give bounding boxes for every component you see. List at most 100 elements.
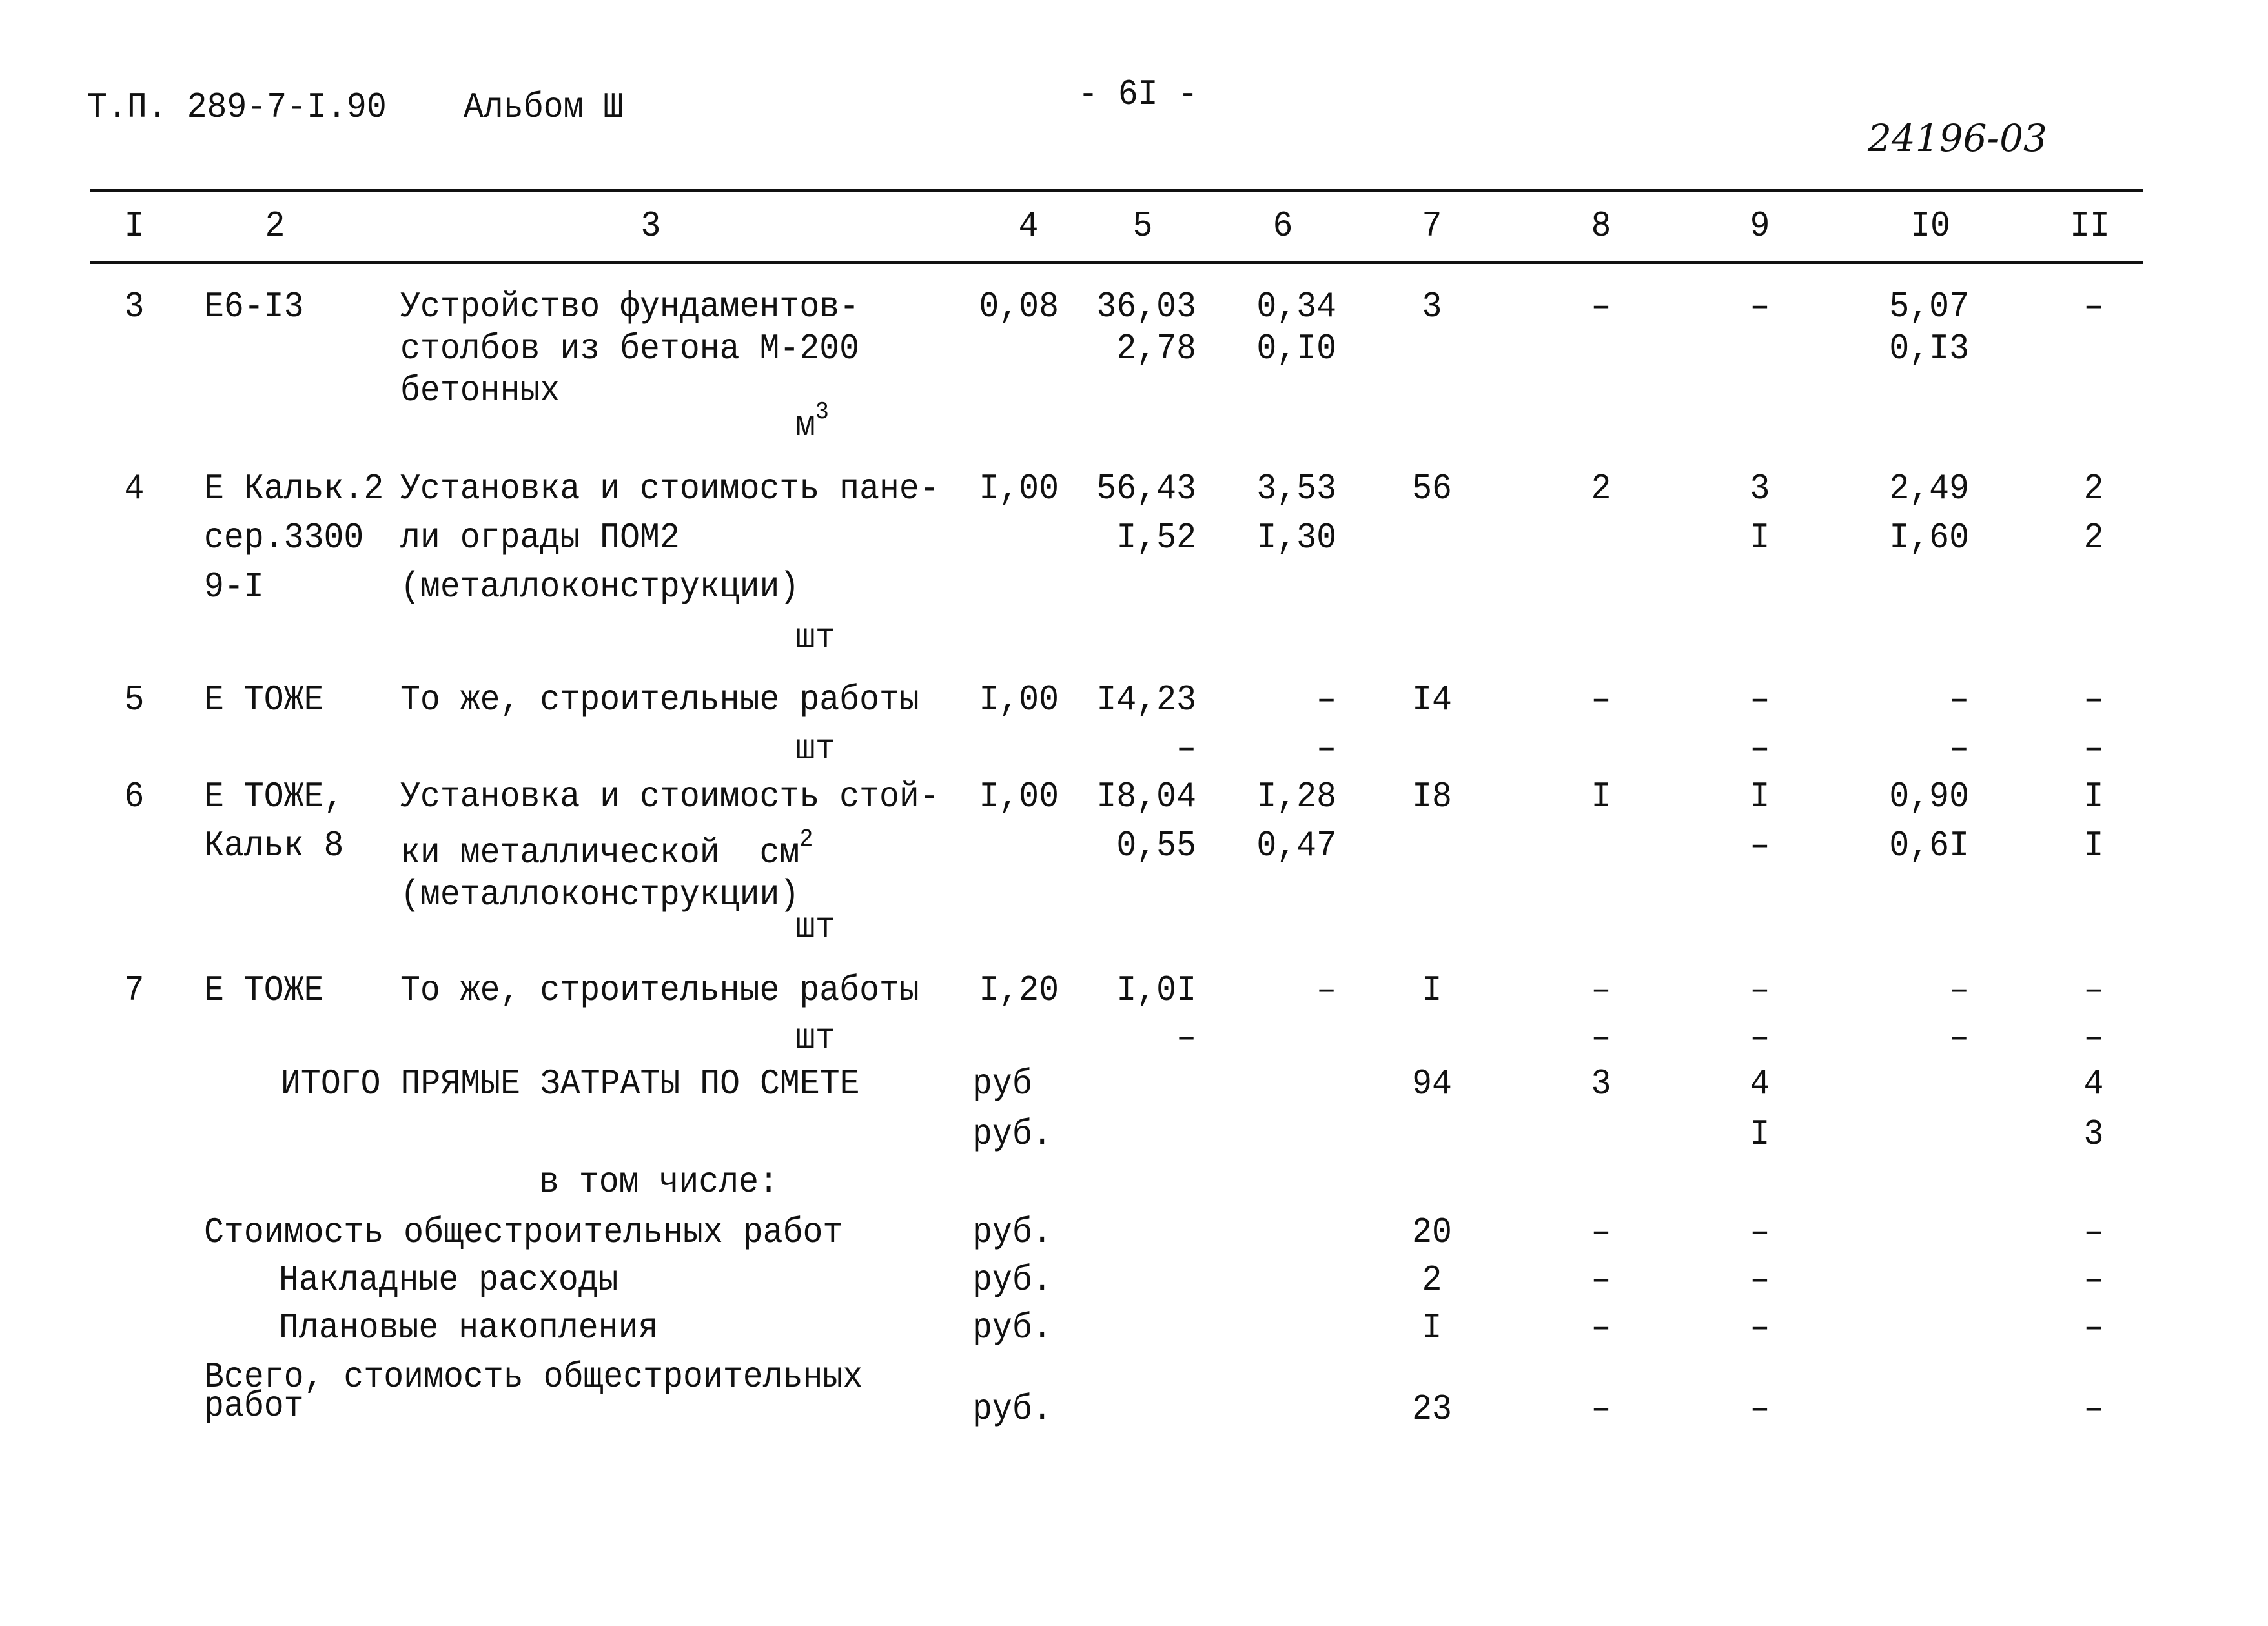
row-c11: 2 [2083,517,2104,558]
grand-total-c11: – [2083,1388,2104,1430]
grand-total-unit: руб. [972,1388,1052,1430]
row-quantity: I,00 [979,679,1059,720]
row-c6: – [1316,679,1336,720]
unit-superscript: 2 [799,826,813,853]
row-description: ли ограды ПОМ2 [400,517,680,558]
row-unit: шт [795,906,835,948]
row-code: Е ТОЖЕ, [204,776,344,817]
including-label: в том числе: [539,1161,779,1203]
row-c5: 36,03 [1096,286,1196,327]
column-header-7: 7 [1422,205,1442,247]
row-code: Кальк 8 [204,825,344,866]
row-description: бетонных [400,370,560,411]
summary-label: Накладные расходы [279,1259,618,1301]
row-number: 7 [124,970,145,1011]
row-number: 4 [124,468,145,509]
row-c5: I8,04 [1096,776,1196,817]
row-c9: – [1750,286,1770,327]
column-header-11: II [2070,205,2110,247]
grand-total-c9: – [1750,1388,1770,1430]
row-c9: – [1750,728,1770,769]
row-description: (металлоконструкции) [400,566,800,607]
summary-c11: – [2083,1212,2104,1253]
column-header-9: 9 [1750,205,1770,247]
row-c8: – [1591,286,1611,327]
row-code: Е ТОЖЕ [204,970,324,1011]
grand-total-c8: – [1591,1388,1611,1430]
row-c8: – [1591,1017,1611,1059]
summary-label: Плановые накопления [279,1307,659,1348]
row-c9: – [1750,1017,1770,1059]
row-quantity: 0,08 [979,286,1059,327]
row-code: Е Кальк.2 [204,468,384,509]
row-unit: шт [795,728,835,769]
summary-unit: руб. [972,1212,1052,1253]
summary-unit: руб. [972,1259,1052,1301]
totals-label: ИТОГО ПРЯМЫЕ ЗАТРАТЫ ПО СМЕТЕ [281,1063,860,1104]
row-c10: – [1949,970,1969,1011]
row-code: Е ТОЖЕ [204,679,324,720]
column-header-8: 8 [1591,205,1611,247]
totals-unit: руб [972,1063,1032,1104]
summary-unit: руб. [972,1307,1052,1348]
row-c10: 0,6I [1889,825,1969,866]
row-unit: шт [795,617,835,658]
row-c11: 2 [2083,468,2104,509]
doc-code: Т.П. 289-7-I.90 [87,86,387,128]
column-header-3: 3 [640,205,661,247]
grand-total-c7: 23 [1412,1388,1452,1430]
column-header-5: 5 [1132,205,1153,247]
grand-total-label: работ [204,1385,304,1427]
summary-c9: – [1750,1259,1770,1301]
row-c5: 2,78 [1116,328,1196,369]
row-description: Установка и стоимость стой- [400,776,939,817]
row-code: сер.3300 [204,517,364,558]
row-c11: I [2083,776,2104,817]
row-c9: – [1750,970,1770,1011]
row-c9: – [1750,825,1770,866]
row-c10: – [1949,679,1969,720]
row-c6: I,30 [1256,517,1336,558]
row-quantity: I,00 [979,776,1059,817]
row-c5: – [1176,1017,1196,1059]
row-number: 6 [124,776,145,817]
column-header-1: I [124,205,145,247]
row-c8: – [1591,970,1611,1011]
row-c8: I [1591,776,1611,817]
row-c10: 0,I3 [1889,328,1969,369]
totals-c8: 3 [1591,1063,1611,1104]
summary-c9: – [1750,1307,1770,1348]
row-c11: – [2083,679,2104,720]
row-description: То же, строительные работы [400,679,919,720]
row-c7: 3 [1422,286,1442,327]
row-unit: м3 [795,398,829,446]
row-c5: – [1176,728,1196,769]
row-description: Установка и стоимость пане- [400,468,939,509]
row-c10: I,60 [1889,517,1969,558]
row-c7: I [1422,970,1442,1011]
column-header-2: 2 [265,205,285,247]
table-top-rule [90,189,2143,192]
row-unit: шт [795,1017,835,1059]
row-quantity: I,20 [979,970,1059,1011]
row-c5: I,0I [1116,970,1196,1011]
totals-c11: 3 [2083,1113,2104,1155]
row-c10: 5,07 [1889,286,1969,327]
row-c6: I,28 [1256,776,1336,817]
summary-c11: – [2083,1307,2104,1348]
row-c6: 3,53 [1256,468,1336,509]
row-c11: – [2083,728,2104,769]
row-c9: 3 [1750,468,1770,509]
row-c5: 56,43 [1096,468,1196,509]
row-c5: I4,23 [1096,679,1196,720]
column-header-6: 6 [1272,205,1293,247]
column-header-10: I0 [1910,205,1950,247]
page-number: - 6I - [1078,74,1198,115]
row-c10: 0,90 [1889,776,1969,817]
row-c9: I [1750,776,1770,817]
row-c10: 2,49 [1889,468,1969,509]
row-description: ки металлической см2 [400,826,813,873]
row-c10: – [1949,1017,1969,1059]
totals-c7: 94 [1412,1063,1452,1104]
row-quantity: I,00 [979,468,1059,509]
